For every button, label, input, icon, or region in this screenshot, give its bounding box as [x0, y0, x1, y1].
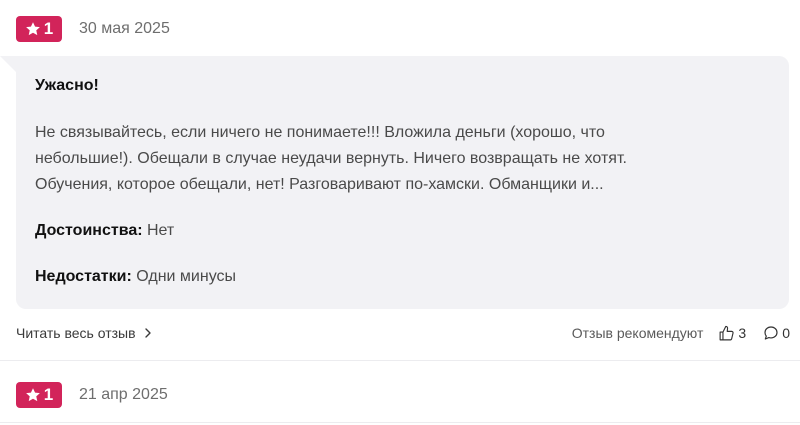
rating-badge: 1: [16, 16, 62, 42]
cons-value: Одни минусы: [136, 268, 237, 285]
review-date: 21 апр 2025: [79, 386, 168, 403]
rating-badge: 1: [16, 382, 62, 408]
review-title: Ужасно!: [35, 77, 99, 94]
rating-value: 1: [43, 19, 54, 38]
recommend-label: Отзыв рекомендуют: [571, 325, 704, 341]
review-body: Ужасно! Не связывайтесь, если ничего не …: [0, 56, 789, 309]
comment-icon: [764, 326, 778, 340]
thumbs-up-icon: [719, 325, 735, 340]
likes-count: 3: [738, 325, 747, 341]
star-icon: [25, 388, 40, 402]
bubble-tail: [0, 56, 16, 72]
comments-count: 0: [782, 325, 790, 341]
review-cons: Недостатки: Одни минусы: [35, 265, 769, 289]
comments-button[interactable]: 0: [763, 325, 790, 341]
read-full-review-link[interactable]: Читать весь отзыв: [16, 325, 152, 341]
read-more-label: Читать весь отзыв: [16, 325, 136, 341]
review-header: 1 21 апр 2025: [16, 382, 168, 408]
review-footer: Читать весь отзыв Отзыв рекомендуют 3 0: [16, 322, 790, 344]
review-date: 30 мая 2025: [79, 20, 170, 37]
review-divider: [0, 422, 800, 423]
star-icon: [25, 22, 40, 36]
review-pros: Достоинства: Нет: [35, 219, 769, 243]
rating-value: 1: [43, 385, 54, 404]
review-text: Не связывайтесь, если ничего не понимает…: [35, 124, 627, 193]
review-header: 1 30 мая 2025: [16, 16, 170, 42]
pros-value: Нет: [147, 222, 175, 239]
cons-label: Недостатки:: [35, 268, 132, 285]
chevron-right-icon: [144, 328, 151, 338]
like-button[interactable]: 3: [718, 325, 746, 342]
pros-label: Достоинства:: [35, 222, 143, 239]
review-divider: [0, 360, 800, 361]
